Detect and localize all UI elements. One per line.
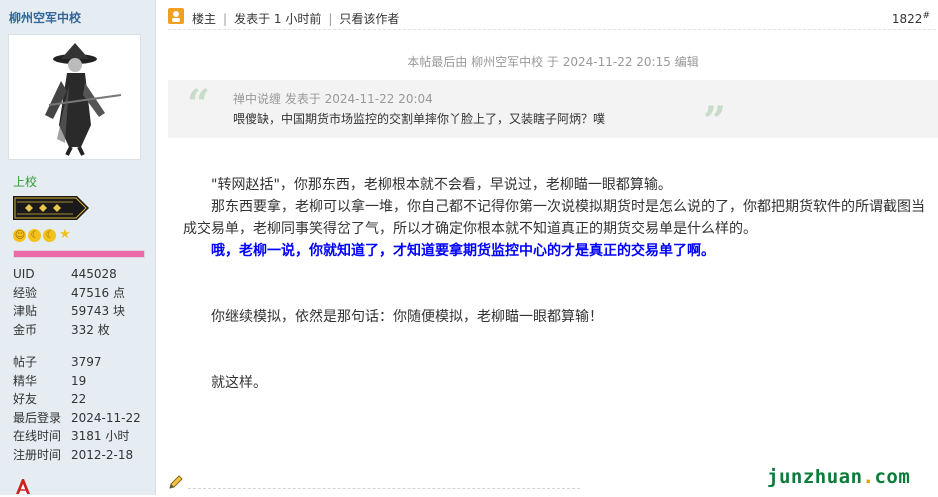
stat-value: 47516 点: [71, 285, 125, 300]
medal-row: ☺ ☾ ☾ ★: [13, 227, 73, 242]
stat-value: 2012-2-18: [71, 447, 134, 462]
stat-value: 2024-11-22: [71, 410, 141, 425]
stat-register-date: 注册时间 2012-2-18: [13, 446, 151, 465]
edit-notice: 本帖最后由 柳州空军中校 于 2024-11-22 20:15 编辑: [407, 55, 699, 69]
stat-allowance: 津贴 59743 块: [13, 302, 151, 321]
stat-label: 经验: [13, 285, 38, 300]
stat-online-time: 在线时间 3181 小时: [13, 427, 151, 446]
edit-pen-icon[interactable]: [168, 474, 184, 493]
stat-value: 332 枚: [71, 322, 110, 337]
stat-gold: 金币 332 枚: [13, 321, 151, 340]
stat-label: UID: [13, 267, 35, 281]
stat-label: 在线时间: [13, 429, 62, 443]
paragraph: 就这样。: [211, 375, 267, 391]
stat-value: 3181 小时: [71, 429, 130, 443]
quote-block: “ 禅中说缠 发表于 2024-11-22 20:04 喂傻缺，中国期货市场监控…: [168, 80, 938, 142]
paragraph: "转网赵括"，你那东西，老柳根本就不会看，早说过，老柳瞄一眼都算输。: [211, 177, 672, 193]
only-author-link[interactable]: 只看该作者: [339, 12, 399, 26]
medal-icon[interactable]: ☺: [13, 229, 26, 242]
op-icon: [168, 8, 184, 24]
medal-icon[interactable]: ★: [58, 228, 71, 241]
stat-digest: 精华 19: [13, 372, 151, 391]
post-header: 楼主 | 发表于 1 小时前 | 只看该作者 1822#: [168, 5, 936, 30]
stat-exp: 经验 47516 点: [13, 284, 151, 303]
user-sidebar: 柳州空军中校 上校 ☺ ☾ ☾ ★ UID 445028 经验 47516 点 …: [0, 0, 156, 495]
stat-spacer: [13, 339, 151, 353]
username-link[interactable]: 柳州空军中校: [9, 9, 81, 26]
experience-bar: [13, 250, 145, 258]
avatar-image: [45, 43, 122, 156]
stat-value[interactable]: 22: [71, 390, 86, 409]
user-stats: UID 445028 经验 47516 点 津贴 59743 块 金币 332 枚 帖子…: [13, 265, 151, 464]
stat-label: 最后登录: [13, 410, 62, 425]
paragraph: 那东西要拿，老柳可以拿一堆，你自己都不记得你第一次说模拟期货时是怎么说的了，你都…: [183, 199, 925, 237]
stat-last-login: 最后登录 2024-11-22: [13, 409, 151, 428]
medal-icon[interactable]: ☾: [43, 229, 56, 242]
stat-value[interactable]: 3797: [71, 353, 102, 372]
site-watermark: junzhuan.com: [767, 466, 911, 488]
avatar[interactable]: [8, 34, 141, 160]
post-content: "转网赵括"，你那东西，老柳根本就不会看，早说过，老柳瞄一眼都算输。 那东西要拿…: [183, 174, 935, 394]
rank-title: 上校: [13, 175, 38, 189]
post-time: 发表于 1 小时前: [234, 12, 322, 26]
floor-number[interactable]: 1822#: [892, 11, 930, 26]
rank-badge-icon: [13, 196, 89, 220]
stat-label: 注册时间: [13, 447, 62, 462]
stat-label: 津贴: [13, 304, 38, 318]
post-header-text: 楼主 | 发表于 1 小时前 | 只看该作者: [192, 12, 400, 26]
highlight-paragraph: 哦，老柳一说，你就知道了，才知道要拿期货监控中心的才是真正的交易单了啊。: [211, 243, 715, 259]
medal-icon[interactable]: ☾: [28, 229, 41, 242]
stat-value: 59743 块: [71, 304, 125, 318]
stat-label: 精华: [13, 373, 38, 388]
online-status-icon[interactable]: [13, 478, 33, 497]
quote-text: 喂傻缺，中国期货市场监控的交割单摔你丫脸上了，又装瞎子阿炳？噗: [233, 112, 606, 126]
stat-friends: 好友 22: [13, 390, 151, 409]
quote-meta: 禅中说缠 发表于 2024-11-22 20:04: [233, 92, 433, 106]
stat-label: 帖子: [13, 355, 38, 369]
stat-label: 好友: [13, 392, 38, 406]
op-label: 楼主: [192, 12, 217, 26]
stat-label: 金币: [13, 322, 38, 337]
stat-uid: UID 445028: [13, 265, 151, 284]
signature-divider: [188, 488, 580, 489]
experience-bar-fill: [14, 251, 144, 257]
paragraph: 你继续模拟，依然是那句话：你随便模拟，老柳瞄一眼都算输！: [211, 309, 603, 325]
stat-value[interactable]: 19: [71, 372, 86, 391]
quote-open-icon: “: [187, 81, 211, 128]
quote-close-icon: ”: [703, 98, 727, 145]
stat-posts: 帖子 3797: [13, 353, 151, 372]
stat-value[interactable]: 445028: [71, 265, 117, 284]
